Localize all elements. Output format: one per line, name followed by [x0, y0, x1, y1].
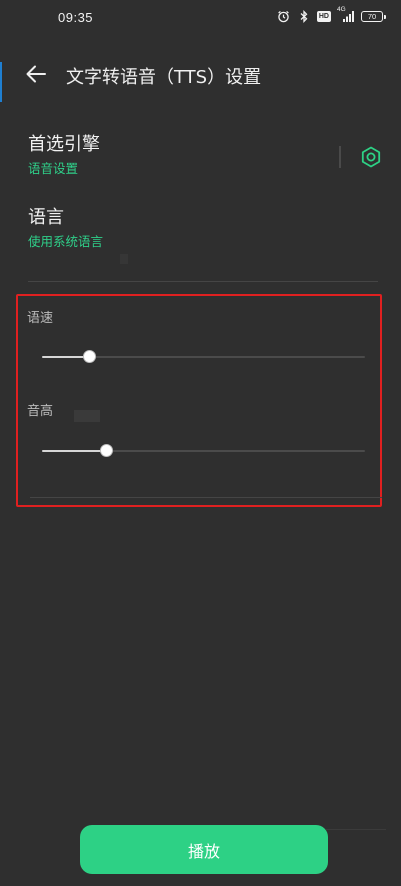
preferred-engine-summary: 语音设置 [28, 161, 79, 176]
tts-settings-screen: 09:35 HD 4G 70 文字转语音（TTS）设置 首选引擎 语音设置 语言… [0, 0, 401, 886]
gear-icon [361, 146, 381, 168]
engine-settings-button[interactable] [359, 145, 383, 169]
language-summary: 使用系统语言 [28, 234, 104, 249]
speech-rate-thumb[interactable] [83, 350, 97, 363]
status-time: 09:35 [58, 10, 94, 25]
back-arrow-icon [26, 65, 46, 83]
bluetooth-icon [297, 9, 311, 23]
hd-badge: HD [316, 10, 331, 22]
preferred-engine-item[interactable]: 首选引擎 语音设置 [28, 133, 378, 178]
pitch-label: 音高 [27, 404, 54, 419]
app-header: 文字转语音（TTS）设置 [0, 52, 401, 96]
speech-rate-label: 语速 [27, 311, 54, 326]
status-icons: HD 4G 70 [277, 6, 386, 23]
slider-section-divider [30, 497, 382, 498]
back-button[interactable] [24, 62, 50, 86]
language-divider [28, 281, 378, 282]
faint-artifact [74, 410, 100, 422]
battery-icon: 70 [361, 10, 386, 22]
status-bar: 09:35 HD 4G 70 [0, 0, 401, 36]
engine-settings-separator [339, 146, 341, 168]
pitch-thumb[interactable] [99, 444, 113, 457]
pitch-fill [42, 450, 107, 452]
language-item[interactable]: 语言 使用系统语言 [28, 206, 378, 251]
bottom-faint-line [326, 829, 386, 830]
slider-section-highlight: 语速 音高 [16, 294, 382, 507]
pitch-slider[interactable] [42, 441, 365, 461]
alarm-icon [277, 9, 291, 23]
faint-artifact [120, 254, 128, 264]
signal-type-label: 4G [337, 6, 346, 13]
page-title: 文字转语音（TTS）设置 [66, 67, 262, 88]
language-title: 语言 [28, 207, 64, 228]
speech-rate-slider[interactable] [42, 347, 365, 367]
preferred-engine-title: 首选引擎 [28, 134, 100, 155]
cellular-signal-icon: 4G [337, 6, 355, 23]
play-button[interactable]: 播放 [80, 825, 328, 874]
